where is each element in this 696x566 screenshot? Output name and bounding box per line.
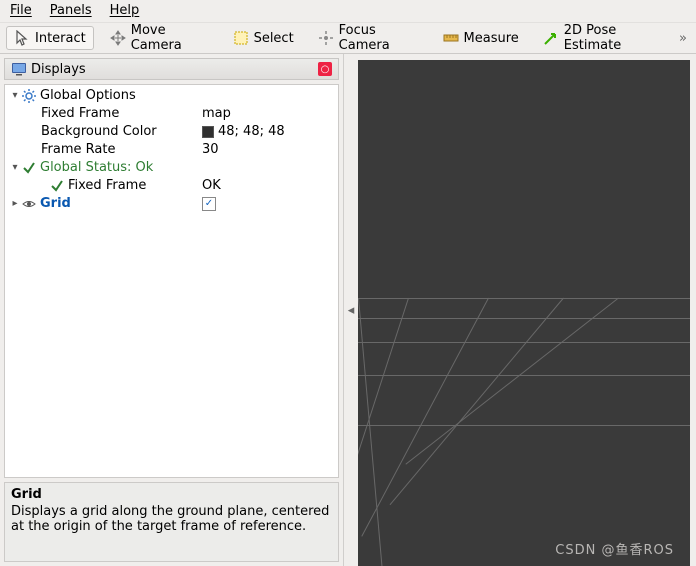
- move-camera-label: Move Camera: [131, 23, 209, 53]
- background-value[interactable]: 48; 48; 48: [202, 123, 338, 141]
- help-body: Displays a grid along the ground plane, …: [11, 504, 332, 534]
- select-icon: [233, 30, 249, 46]
- close-icon[interactable]: ○: [318, 62, 332, 76]
- check-icon: [21, 160, 37, 176]
- global-options-label: Global Options: [40, 87, 202, 105]
- menu-file[interactable]: File: [10, 3, 32, 19]
- menu-panels[interactable]: Panels: [50, 3, 92, 19]
- move-icon: [110, 30, 126, 46]
- toolbar-overflow[interactable]: »: [679, 31, 686, 46]
- frame-rate-value[interactable]: 30: [202, 141, 338, 159]
- displays-panel-header[interactable]: Displays ○: [4, 58, 339, 80]
- grid-value[interactable]: ✓: [202, 197, 338, 211]
- arrow-icon: [543, 30, 559, 46]
- grid-eye-icon: [21, 196, 37, 212]
- focus-camera-button[interactable]: Focus Camera: [310, 19, 427, 57]
- displays-tree[interactable]: ▾ Global Options Fixed Frame map Backgro…: [4, 84, 339, 478]
- cursor-icon: [14, 30, 30, 46]
- background-label: Background Color: [41, 123, 202, 141]
- fixed-frame-label: Fixed Frame: [41, 105, 202, 123]
- ruler-icon: [443, 30, 459, 46]
- interact-button[interactable]: Interact: [6, 26, 94, 50]
- tree-item-global-options[interactable]: ▾ Global Options: [5, 87, 338, 105]
- tree-item-grid[interactable]: ▸ Grid ✓: [5, 195, 338, 213]
- displays-title: Displays: [31, 62, 86, 77]
- color-swatch[interactable]: [202, 126, 214, 138]
- menu-help[interactable]: Help: [110, 3, 140, 19]
- interact-label: Interact: [35, 31, 86, 46]
- help-title: Grid: [11, 487, 332, 502]
- measure-button[interactable]: Measure: [435, 26, 527, 50]
- collapse-icon[interactable]: ▾: [9, 87, 21, 105]
- pose-2d-button[interactable]: 2D Pose Estimate: [535, 19, 671, 57]
- select-button[interactable]: Select: [225, 26, 302, 50]
- tree-item-fixed-frame[interactable]: Fixed Frame map: [5, 105, 338, 123]
- tree-item-status-fixed-frame[interactable]: Fixed Frame OK: [5, 177, 338, 195]
- global-status-label: Global Status: Ok: [40, 159, 202, 177]
- panel-splitter[interactable]: ◂: [344, 54, 358, 566]
- grid-label: Grid: [40, 195, 202, 213]
- focus-camera-label: Focus Camera: [339, 23, 419, 53]
- tree-item-background-color[interactable]: Background Color 48; 48; 48: [5, 123, 338, 141]
- tree-item-global-status[interactable]: ▾ Global Status: Ok: [5, 159, 338, 177]
- fixed-frame-value[interactable]: map: [202, 105, 338, 123]
- check-icon: [49, 178, 65, 194]
- focus-icon: [318, 30, 334, 46]
- move-camera-button[interactable]: Move Camera: [102, 19, 217, 57]
- measure-label: Measure: [464, 31, 519, 46]
- help-box: Grid Displays a grid along the ground pl…: [4, 482, 339, 562]
- tree-item-frame-rate[interactable]: Frame Rate 30: [5, 141, 338, 159]
- viewport-canvas[interactable]: [358, 60, 690, 566]
- grid-checkbox[interactable]: ✓: [202, 197, 216, 211]
- pose-2d-label: 2D Pose Estimate: [564, 23, 663, 53]
- expand-icon[interactable]: ▸: [9, 195, 21, 213]
- collapse-icon[interactable]: ▾: [9, 159, 21, 177]
- render-viewport[interactable]: CSDN @鱼香ROS: [358, 60, 690, 566]
- gear-icon: [21, 88, 37, 104]
- status-fixed-frame-value: OK: [202, 177, 338, 195]
- displays-panel: Displays ○ ▾ Global Options Fixed Frame …: [0, 54, 344, 566]
- frame-rate-label: Frame Rate: [41, 141, 202, 159]
- status-fixed-frame-label: Fixed Frame: [68, 177, 202, 195]
- select-label: Select: [254, 31, 294, 46]
- toolbar: Interact Move Camera Select Focus Camera…: [0, 22, 696, 54]
- monitor-icon: [11, 61, 27, 77]
